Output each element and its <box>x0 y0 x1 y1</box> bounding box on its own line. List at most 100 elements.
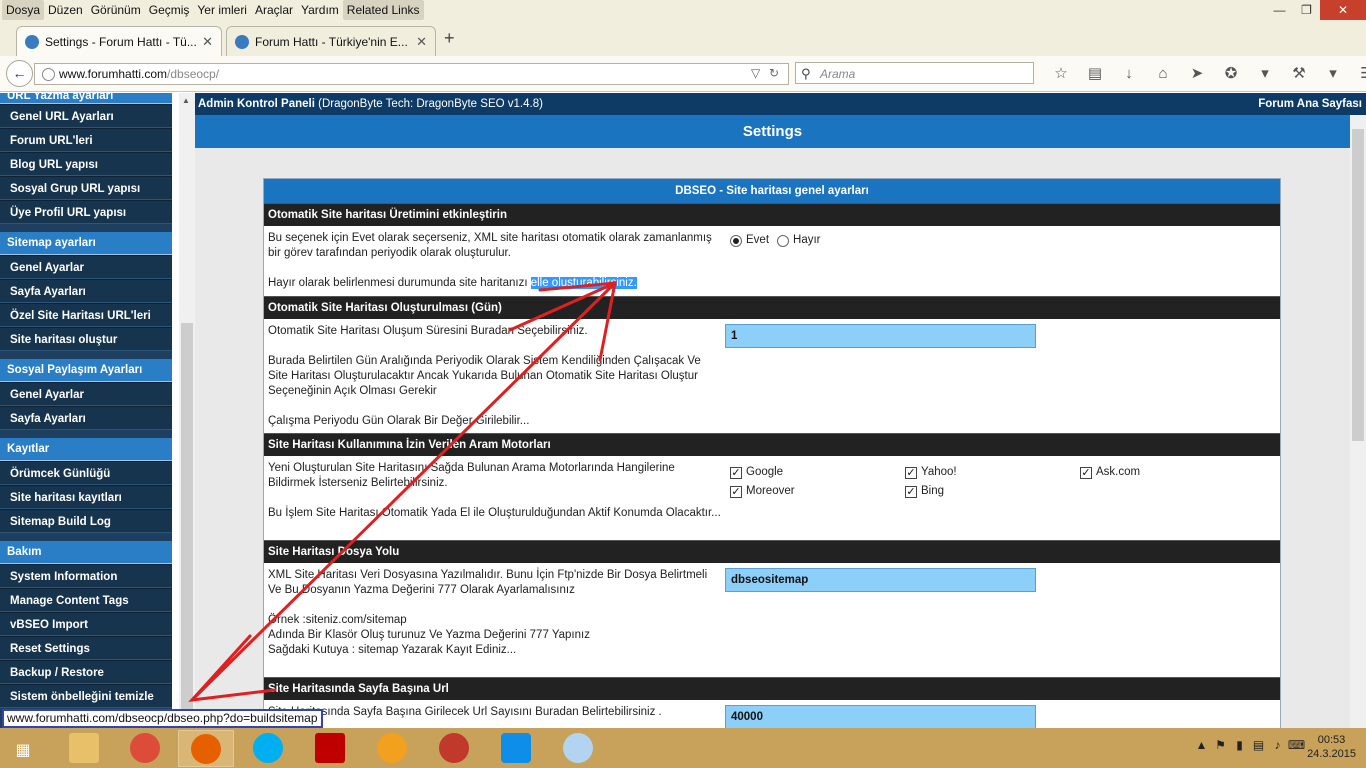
paint-icon[interactable] <box>550 730 606 767</box>
sidebar-item[interactable]: Genel Ayarlar <box>0 382 172 406</box>
reading-list-icon[interactable]: ▤ <box>1078 63 1112 85</box>
url-dropdown-icon[interactable]: ▽ <box>751 66 760 80</box>
radio-evet[interactable] <box>730 234 742 247</box>
search-input[interactable]: ⚲ Arama <box>795 62 1034 84</box>
reload-icon[interactable]: ↻ <box>769 66 779 80</box>
sidebar-item[interactable]: Sosyal Grup URL yapısı <box>0 176 172 200</box>
sidebar-item-build-sitemap[interactable]: Site haritası oluştur <box>0 327 172 351</box>
sidebar-scrollbar[interactable]: ▲ <box>179 93 195 728</box>
new-tab-button[interactable]: + <box>444 28 455 49</box>
checkbox-bing[interactable]: ✓ Bing <box>905 484 944 499</box>
sidebar-item[interactable]: Genel Ayarlar <box>0 255 172 279</box>
sidebar-item[interactable]: Sistem önbelleğini temizle <box>0 684 172 708</box>
checkbox-label: Moreover <box>746 485 795 497</box>
close-window-icon[interactable]: ✕ <box>1320 0 1366 20</box>
chevron-down-icon[interactable]: ▾ <box>1316 63 1350 85</box>
back-button[interactable]: ← <box>6 60 33 87</box>
address-bar[interactable]: www.forumhatti.com/dbseocp/ ▽ ↻ <box>34 63 789 85</box>
volume-icon[interactable]: ♪ <box>1268 738 1287 758</box>
checkbox-ask[interactable]: ✓ Ask.com <box>1080 465 1140 480</box>
sidebar-item[interactable]: vBSEO Import <box>0 612 172 636</box>
sidebar-group-logs[interactable]: Kayıtlar <box>0 438 172 461</box>
radio-hayir[interactable] <box>777 234 790 247</box>
menu-gecmis[interactable]: Geçmiş <box>145 0 194 20</box>
send-icon[interactable]: ➤ <box>1180 63 1214 85</box>
sidebar-item[interactable]: Backup / Restore <box>0 660 172 684</box>
setting-description: Burada Belirtilen Gün Aralığında Periyod… <box>268 355 701 397</box>
clock-date: 24.3.2015 <box>1307 748 1356 760</box>
days-input[interactable]: 1 <box>725 324 1036 348</box>
download-icon[interactable]: ↓ <box>1112 63 1146 85</box>
battery-icon[interactable]: ▮ <box>1230 738 1249 758</box>
sidebar-item[interactable]: Forum URL'leri <box>0 128 172 152</box>
urls-per-page-input[interactable]: 40000 <box>725 705 1036 728</box>
tray-expand-icon[interactable]: ▲ <box>1192 738 1211 758</box>
menu-dosya[interactable]: Dosya <box>2 0 45 20</box>
sidebar-item[interactable]: Örümcek Günlüğü <box>0 461 172 485</box>
signal-icon[interactable]: ▤ <box>1249 738 1268 758</box>
sidebar-item[interactable]: Genel URL Ayarları <box>0 104 172 128</box>
radio-evet-label: Evet <box>746 234 770 246</box>
sidebar-item[interactable]: Sayfa Ayarları <box>0 406 172 430</box>
sidebar-gap <box>0 224 172 232</box>
flag-icon[interactable]: ⚑ <box>1211 738 1230 758</box>
minimize-icon[interactable]: — <box>1266 0 1293 20</box>
ccleaner-icon[interactable] <box>426 730 482 767</box>
main-scrollbar[interactable] <box>1350 115 1366 728</box>
sidebar-item[interactable]: Reset Settings <box>0 636 172 660</box>
media-player-icon[interactable] <box>364 730 420 767</box>
taskbar-clock[interactable]: 00:53 24.3.2015 <box>1307 733 1356 761</box>
menu-yardim[interactable]: Yardım <box>297 0 343 20</box>
chrome-icon[interactable] <box>117 730 173 767</box>
checkbox-yahoo[interactable]: ✓ Yahoo! <box>905 465 957 480</box>
tab-close-icon[interactable]: ✕ <box>202 34 213 50</box>
menu-yer-imleri[interactable]: Yer imleri <box>193 0 251 20</box>
teamviewer-icon[interactable] <box>488 730 544 767</box>
sitemap-path-input[interactable]: dbseositemap <box>725 568 1036 592</box>
setting-description: Hayır olarak belirlenmesi durumunda site… <box>268 277 531 289</box>
sidebar-group-sitemap[interactable]: Sitemap ayarları <box>0 232 172 255</box>
sidebar-item[interactable]: System Information <box>0 564 172 588</box>
menu-duzen[interactable]: Düzen <box>44 0 87 20</box>
menu-bar: Dosya Düzen Görünüm Geçmiş Yer imleri Ar… <box>0 0 1366 20</box>
checkbox-google[interactable]: ✓ Google <box>730 465 783 480</box>
forum-home-link[interactable]: Forum Ana Sayfası <box>1258 93 1362 115</box>
hamburger-menu-icon[interactable]: ☰ <box>1350 63 1366 85</box>
tab-forum-hatti[interactable]: Forum Hattı - Türkiye'nin E... ✕ <box>226 26 436 56</box>
sidebar-group-social[interactable]: Sosyal Paylaşım Ayarları <box>0 359 172 382</box>
sidebar-item[interactable]: Üye Profil URL yapısı <box>0 200 172 224</box>
setting-description: Çalışma Periyodu Gün Olarak Bir Değer Gi… <box>268 415 530 427</box>
sidebar-item[interactable]: Site haritası kayıtları <box>0 485 172 509</box>
checkbox-moreover[interactable]: ✓ Moreover <box>730 484 795 499</box>
tab-settings[interactable]: Settings - Forum Hattı - Tü... ✕ <box>16 26 222 56</box>
tools-icon[interactable]: ⚒ <box>1282 63 1316 85</box>
addon-icon[interactable]: ✪ <box>1214 63 1248 85</box>
sidebar-group-maintenance[interactable]: Bakım <box>0 541 172 564</box>
filezilla-icon[interactable] <box>302 730 358 767</box>
sidebar-item[interactable]: Sayfa Ayarları <box>0 279 172 303</box>
sidebar-item[interactable]: Sitemap Build Log <box>0 509 172 533</box>
scrollbar-thumb[interactable] <box>181 323 193 723</box>
scroll-up-icon[interactable]: ▲ <box>182 96 190 105</box>
sidebar-item[interactable]: Blog URL yapısı <box>0 152 172 176</box>
tab-close-icon[interactable]: ✕ <box>416 34 427 50</box>
keyboard-icon[interactable]: ⌨ <box>1287 738 1306 758</box>
menu-related-links[interactable]: Related Links <box>342 0 424 20</box>
home-icon[interactable]: ⌂ <box>1146 63 1180 85</box>
menu-araclar[interactable]: Araçlar <box>251 0 297 20</box>
sidebar-item[interactable]: Özel Site Haritası URL'leri <box>0 303 172 327</box>
taskbar: ▦ <box>0 728 1366 768</box>
scrollbar-thumb[interactable] <box>1352 129 1364 441</box>
sidebar-group-url-yazma[interactable]: URL Yazma ayarları <box>0 93 172 104</box>
skype-icon[interactable] <box>240 730 296 767</box>
dragonbyte-favicon-icon <box>25 34 39 49</box>
sidebar-item[interactable]: Manage Content Tags <box>0 588 172 612</box>
bookmark-star-icon[interactable]: ☆ <box>1044 63 1078 85</box>
chevron-down-icon[interactable]: ▾ <box>1248 63 1282 85</box>
menu-gorunum[interactable]: Görünüm <box>87 0 145 20</box>
start-button[interactable]: ▦ <box>0 730 46 767</box>
file-explorer-icon[interactable] <box>56 730 112 767</box>
setting-description: Bu seçenek için Evet olarak seçerseniz, … <box>268 232 712 259</box>
firefox-icon[interactable] <box>178 730 234 767</box>
restore-icon[interactable]: ❐ <box>1293 0 1320 20</box>
